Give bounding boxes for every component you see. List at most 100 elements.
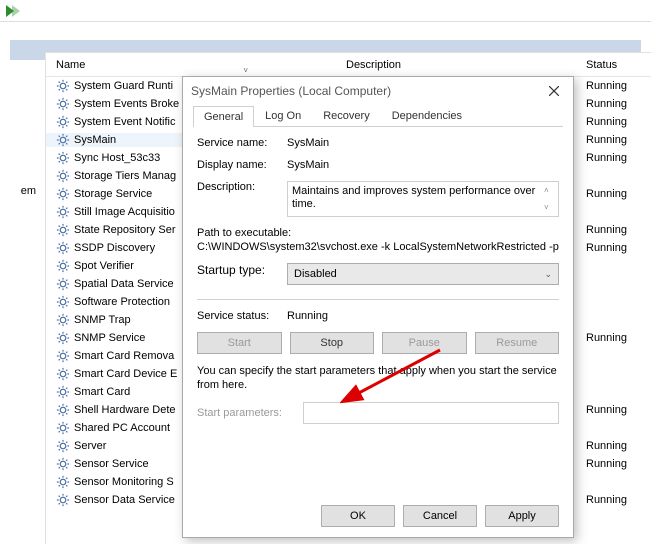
service-name: Smart Card Remova <box>74 350 174 362</box>
apply-button[interactable]: Apply <box>485 505 559 527</box>
column-status[interactable]: Status <box>576 59 651 71</box>
service-status: Running <box>576 224 651 236</box>
tab-strip: General Log On Recovery Dependencies <box>193 105 563 127</box>
left-pane-label: em <box>0 185 40 197</box>
gear-icon <box>56 133 70 147</box>
label-startup-type: Startup type: <box>197 263 287 285</box>
gear-icon <box>56 313 70 327</box>
service-name: Sync Host_53c33 <box>74 152 160 164</box>
service-name: SNMP Trap <box>74 314 131 326</box>
service-status: Running <box>576 458 651 470</box>
gear-icon <box>56 79 70 93</box>
play-icon[interactable] <box>6 5 20 17</box>
service-name: System Events Broke <box>74 98 179 110</box>
gear-icon <box>56 97 70 111</box>
service-name: SNMP Service <box>74 332 145 344</box>
gear-icon <box>56 259 70 273</box>
pause-button[interactable]: Pause <box>382 332 467 354</box>
divider <box>197 299 559 300</box>
gear-icon <box>56 277 70 291</box>
gear-icon <box>56 295 70 309</box>
tab-dependencies[interactable]: Dependencies <box>381 105 473 126</box>
service-status: Running <box>576 80 651 92</box>
service-name: System Guard Runti <box>74 80 173 92</box>
service-status: Running <box>576 134 651 146</box>
value-display-name: SysMain <box>287 159 559 171</box>
gear-icon <box>56 115 70 129</box>
service-name: Storage Service <box>74 188 152 200</box>
chevron-down-icon: ⌄ <box>544 269 552 280</box>
label-description: Description: <box>197 181 287 217</box>
label-service-name: Service name: <box>197 137 287 149</box>
label-display-name: Display name: <box>197 159 287 171</box>
gear-icon <box>56 331 70 345</box>
service-status: Running <box>576 440 651 452</box>
list-header: Name˅ Description Status <box>46 53 651 77</box>
dialog-titlebar: SysMain Properties (Local Computer) <box>183 77 573 105</box>
service-name: Sensor Data Service <box>74 494 175 506</box>
tab-logon[interactable]: Log On <box>254 105 312 126</box>
service-name: Still Image Acquisitio <box>74 206 175 218</box>
service-name: Sensor Service <box>74 458 149 470</box>
dialog-title: SysMain Properties (Local Computer) <box>191 84 391 98</box>
value-service-name: SysMain <box>287 137 559 149</box>
service-name: SysMain <box>74 134 116 146</box>
resume-button[interactable]: Resume <box>475 332 560 354</box>
tab-general[interactable]: General <box>193 106 254 127</box>
gear-icon <box>56 349 70 363</box>
scroll-icon[interactable]: ˄˅ <box>544 184 556 214</box>
service-name: Sensor Monitoring S <box>74 476 174 488</box>
gear-icon <box>56 205 70 219</box>
tab-recovery[interactable]: Recovery <box>312 105 380 126</box>
start-params-note: You can specify the start parameters tha… <box>183 354 573 392</box>
service-name: Spot Verifier <box>74 260 134 272</box>
gear-icon <box>56 475 70 489</box>
service-status: Running <box>576 188 651 200</box>
gear-icon <box>56 169 70 183</box>
service-status: Running <box>576 404 651 416</box>
service-name: System Event Notific <box>74 116 175 128</box>
cancel-button[interactable]: Cancel <box>403 505 477 527</box>
gear-icon <box>56 493 70 507</box>
close-icon[interactable] <box>543 80 565 102</box>
value-path: C:\WINDOWS\system32\svchost.exe -k Local… <box>197 241 559 253</box>
properties-dialog: SysMain Properties (Local Computer) Gene… <box>182 76 574 538</box>
gear-icon <box>56 439 70 453</box>
service-status: Running <box>576 494 651 506</box>
gear-icon <box>56 421 70 435</box>
value-service-status: Running <box>287 310 328 322</box>
startup-type-select[interactable]: Disabled ⌄ <box>287 263 559 285</box>
label-service-status: Service status: <box>197 310 287 322</box>
gear-icon <box>56 385 70 399</box>
sort-icon: ˅ <box>243 66 248 75</box>
gear-icon <box>56 403 70 417</box>
service-name: Spatial Data Service <box>74 278 174 290</box>
service-name: Shell Hardware Dete <box>74 404 176 416</box>
toolbar <box>0 0 651 22</box>
service-status: Running <box>576 98 651 110</box>
service-name: Smart Card Device E <box>74 368 177 380</box>
gear-icon <box>56 367 70 381</box>
service-status: Running <box>576 116 651 128</box>
gear-icon <box>56 151 70 165</box>
start-params-input[interactable] <box>303 402 559 424</box>
service-name: Smart Card <box>74 386 130 398</box>
gear-icon <box>56 223 70 237</box>
column-description[interactable]: Description <box>336 59 576 71</box>
ok-button[interactable]: OK <box>321 505 395 527</box>
description-box[interactable]: Maintains and improves system performanc… <box>287 181 559 217</box>
service-name: Software Protection <box>74 296 170 308</box>
service-status: Running <box>576 242 651 254</box>
gear-icon <box>56 241 70 255</box>
gear-icon <box>56 187 70 201</box>
stop-button[interactable]: Stop <box>290 332 375 354</box>
service-name: Storage Tiers Manag <box>74 170 176 182</box>
start-button[interactable]: Start <box>197 332 282 354</box>
service-name: Shared PC Account <box>74 422 170 434</box>
service-name: Server <box>74 440 106 452</box>
column-name[interactable]: Name˅ <box>46 59 336 71</box>
service-name: State Repository Ser <box>74 224 176 236</box>
service-status: Running <box>576 332 651 344</box>
gear-icon <box>56 457 70 471</box>
service-name: SSDP Discovery <box>74 242 155 254</box>
